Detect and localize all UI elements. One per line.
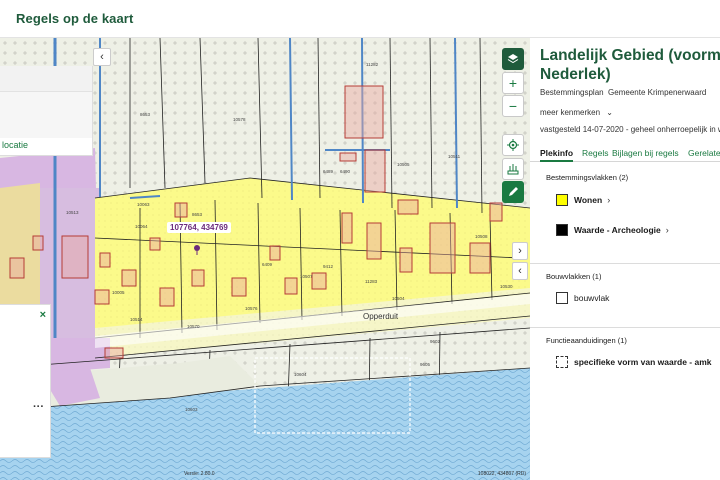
parcel-number: 8653 bbox=[140, 112, 151, 117]
legend-label: specifieke vorm van waarde - amk bbox=[574, 357, 712, 367]
parcel-number: 10511 bbox=[448, 154, 461, 159]
section-bouwvlakken: Bouwvlakken (1) bouwvlak bbox=[530, 264, 720, 328]
parcel-number: 10507 bbox=[300, 274, 313, 279]
legend-label: Wonen bbox=[574, 195, 603, 205]
tab-plekinfo[interactable]: Plekinfo bbox=[540, 148, 574, 162]
parcel-number: 10570 bbox=[187, 324, 200, 329]
section-heading: Bestemmingsvlakken (2) bbox=[546, 173, 629, 182]
more-options-icon[interactable]: ··· bbox=[33, 401, 44, 413]
parcel-number: 11282 bbox=[366, 62, 379, 67]
panel-tabs: Plekinfo Regels Bijlagen bij regels Gere… bbox=[530, 144, 720, 162]
plan-type: Bestemmingsplan bbox=[540, 88, 604, 97]
collapse-left-panel-button[interactable]: ‹ bbox=[93, 48, 111, 66]
legend-item-waarde-archeologie[interactable]: Waarde - Archeologie › bbox=[556, 224, 669, 236]
left-panel-body bbox=[0, 92, 92, 138]
layers-button[interactable] bbox=[502, 48, 524, 70]
street-label: Opperduit bbox=[363, 312, 399, 321]
section-bestemmingsvlakken: Bestemmingsvlakken (2) Wonen › Waarde - … bbox=[530, 164, 720, 264]
parcel-number: 10064 bbox=[135, 224, 148, 229]
parcel-number: 10504 bbox=[392, 296, 405, 301]
legend-item-specifieke-vorm: specifieke vorm van waarde - amk bbox=[556, 356, 712, 368]
chevron-down-icon: ⌄ bbox=[606, 108, 613, 117]
legend-swatch-yellow bbox=[556, 194, 568, 206]
locate-button[interactable] bbox=[502, 134, 524, 156]
close-icon[interactable]: × bbox=[40, 309, 46, 321]
plan-status: vastgesteld 14-07-2020 - geheel onherroe… bbox=[540, 125, 720, 134]
parcel-number: 10005 bbox=[112, 290, 125, 295]
parcel-number: 11283 bbox=[365, 279, 378, 284]
parcel-number: 6409 bbox=[262, 262, 273, 267]
zoom-in-button[interactable]: + bbox=[502, 72, 524, 94]
version-label: Versie: 2.80.0 bbox=[184, 471, 215, 477]
legend-swatch-black bbox=[556, 224, 568, 236]
more-properties-label: meer kenmerken bbox=[540, 108, 601, 117]
parcel-number: 8653 bbox=[192, 212, 203, 217]
chevron-right-icon: › bbox=[607, 195, 611, 205]
legend-label: Waarde - Archeologie bbox=[574, 225, 661, 235]
location-link[interactable]: locatie bbox=[2, 140, 28, 150]
map-footer: Versie: 2.80.0 108022, 434807 (RD) bbox=[0, 470, 530, 480]
expand-panel-right-button[interactable]: › bbox=[512, 242, 528, 260]
zoom-out-button[interactable]: − bbox=[502, 95, 524, 117]
chevron-right-icon: › bbox=[665, 225, 669, 235]
draw-button[interactable] bbox=[502, 181, 524, 203]
parcel-number: 10530 bbox=[500, 284, 513, 289]
more-properties-toggle[interactable]: meer kenmerken ⌄ bbox=[540, 108, 613, 117]
tab-gerelateerde-plannen[interactable]: Gerelateerde plannen bbox=[688, 148, 720, 158]
tab-regels[interactable]: Regels bbox=[582, 148, 608, 158]
parcel-number: 10576 bbox=[245, 306, 258, 311]
legend-item-wonen[interactable]: Wonen › bbox=[556, 194, 610, 206]
parcel-number: 10508 bbox=[475, 234, 488, 239]
plan-info-panel: Landelijk Gebied (voormalig Nederlek) Be… bbox=[530, 38, 720, 480]
tab-bijlagen[interactable]: Bijlagen bij regels bbox=[612, 148, 679, 158]
legend-label: bouwvlak bbox=[574, 293, 610, 303]
plan-title: Landelijk Gebied (voormalig Nederlek) bbox=[540, 47, 720, 83]
collapse-panel-left-button[interactable]: ‹ bbox=[512, 262, 528, 280]
section-heading: Functieaanduidingen (1) bbox=[546, 336, 627, 345]
parcel-number: 10514 bbox=[130, 317, 143, 322]
app-title: Regels op de kaart bbox=[16, 11, 134, 26]
left-popup-card: × ··· bbox=[0, 304, 51, 458]
parcel-number: 9602 bbox=[430, 339, 441, 344]
parcel-number: 10063 bbox=[137, 202, 150, 207]
layers-icon bbox=[507, 54, 519, 64]
section-heading: Bouwvlakken (1) bbox=[546, 272, 602, 281]
coordinate-popup: 107764, 434769 bbox=[167, 222, 231, 233]
plan-owner: Gemeente Krimpenerwaard bbox=[608, 88, 707, 97]
pencil-icon bbox=[509, 187, 518, 196]
section-functieaanduidingen: Functieaanduidingen (1) specifieke vorm … bbox=[530, 328, 720, 388]
ruler-icon bbox=[507, 164, 519, 175]
parcel-number: 9605 bbox=[420, 362, 431, 367]
locate-icon bbox=[507, 139, 519, 151]
parcel-number: 6490 bbox=[340, 169, 351, 174]
parcel-number: 10603 bbox=[185, 407, 198, 412]
left-panel-header bbox=[0, 66, 92, 92]
legend-swatch-dashed bbox=[556, 356, 568, 368]
parcel-number: 10578 bbox=[233, 117, 246, 122]
parcel-number: 10604 bbox=[294, 372, 307, 377]
plan-type-line: Bestemmingsplan Gemeente Krimpenerwaard bbox=[540, 88, 706, 97]
measure-button[interactable] bbox=[502, 158, 524, 180]
top-bar: Regels op de kaart bbox=[0, 0, 720, 38]
parcel-number: 10505 bbox=[397, 162, 410, 167]
footer-coordinates: 108022, 434807 (RD) bbox=[477, 471, 526, 477]
parcel-number: 10513 bbox=[66, 210, 79, 215]
legend-item-bouwvlak: bouwvlak bbox=[556, 292, 609, 304]
parcel-number: 6489 bbox=[323, 169, 334, 174]
parcel-number: 9412 bbox=[323, 264, 334, 269]
legend-swatch-white bbox=[556, 292, 568, 304]
